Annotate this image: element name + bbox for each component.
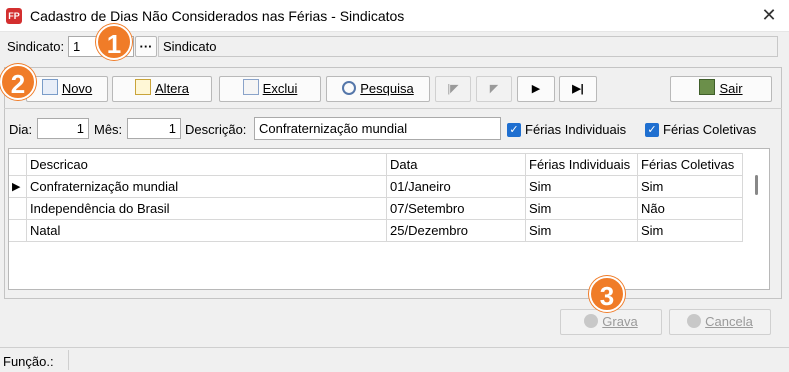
- search-icon: [342, 81, 357, 95]
- callout-badge-3: 3: [589, 276, 625, 312]
- ferias-individuais-checkbox[interactable]: ✓: [507, 123, 521, 137]
- cell-ferias-coletivas: Sim: [637, 175, 743, 198]
- exclui-label: Exclui: [262, 81, 298, 96]
- cell-ferias-individuais: Sim: [525, 197, 638, 220]
- status-divider: [68, 350, 69, 370]
- cancela-button[interactable]: Cancela: [669, 309, 771, 335]
- cell-data: 01/Janeiro: [386, 175, 526, 198]
- cell-data: 25/Dezembro: [386, 219, 526, 242]
- edit-icon: [135, 79, 152, 95]
- close-icon[interactable]: ✕: [758, 4, 780, 26]
- grid-header-row: Descricao Data Férias Individuais Férias…: [9, 153, 743, 176]
- grava-button[interactable]: Grava: [560, 309, 662, 335]
- dia-label: Dia:: [9, 122, 33, 137]
- novo-button[interactable]: Novo: [26, 76, 108, 102]
- last-record-button[interactable]: ▶|: [559, 76, 597, 102]
- funcao-label: Função.:: [3, 354, 54, 369]
- delete-doc-icon: [242, 79, 259, 95]
- cancel-circle-icon: [687, 314, 702, 328]
- sair-button[interactable]: Sair: [670, 76, 772, 102]
- table-row[interactable]: ▶ Confraternização mundial 01/Janeiro Si…: [9, 175, 743, 198]
- mes-input[interactable]: 1: [127, 118, 181, 139]
- row-indicator: [9, 197, 27, 220]
- prev-record-button[interactable]: ◤: [476, 76, 512, 102]
- column-header[interactable]: Férias Individuais: [525, 153, 638, 176]
- current-row-marker: ▶: [9, 175, 27, 198]
- cell-ferias-coletivas: Sim: [637, 219, 743, 242]
- row-indicator: [9, 219, 27, 242]
- descricao-input[interactable]: Confraternização mundial: [254, 117, 501, 140]
- column-header[interactable]: Data: [386, 153, 526, 176]
- sair-label: Sair: [719, 81, 743, 96]
- ferias-coletivas-label: Férias Coletivas: [663, 122, 757, 137]
- pesquisa-label: Pesquisa: [360, 81, 414, 96]
- sindicato-lookup-button[interactable]: ···: [135, 36, 157, 57]
- cell-data: 07/Setembro: [386, 197, 526, 220]
- check-circle-icon: [584, 314, 599, 328]
- cell-ferias-individuais: Sim: [525, 219, 638, 242]
- sindicato-name-field: Sindicato: [158, 36, 778, 57]
- column-header[interactable]: Férias Coletivas: [637, 153, 743, 176]
- cancela-label: Cancela: [705, 314, 753, 329]
- callout-badge-1: 1: [96, 24, 132, 60]
- sindicato-label: Sindicato:: [7, 39, 65, 54]
- mes-label: Mês:: [94, 122, 123, 137]
- table-row[interactable]: Natal 25/Dezembro Sim Sim: [9, 219, 743, 242]
- ferias-individuais-label: Férias Individuais: [525, 122, 627, 137]
- new-doc-icon: [41, 79, 58, 95]
- cell-ferias-individuais: Sim: [525, 175, 638, 198]
- row-indicator-header: [9, 153, 27, 176]
- pesquisa-button[interactable]: Pesquisa: [326, 76, 430, 102]
- descricao-label: Descrição:: [185, 122, 247, 137]
- novo-label: Novo: [61, 81, 93, 96]
- grava-label: Grava: [602, 314, 638, 329]
- callout-badge-2: 2: [0, 64, 36, 100]
- next-record-button[interactable]: ▶: [517, 76, 555, 102]
- exclui-button[interactable]: Exclui: [219, 76, 321, 102]
- column-header[interactable]: Descricao: [26, 153, 387, 176]
- window-title: Cadastro de Dias Não Considerados nas Fé…: [30, 8, 405, 24]
- table-row[interactable]: Independência do Brasil 07/Setembro Sim …: [9, 197, 743, 220]
- cell-descricao: Independência do Brasil: [26, 197, 387, 220]
- first-record-button[interactable]: |◤: [435, 76, 471, 102]
- cell-descricao: Natal: [26, 219, 387, 242]
- dia-input[interactable]: 1: [37, 118, 89, 139]
- days-grid[interactable]: Descricao Data Férias Individuais Férias…: [8, 148, 770, 290]
- exit-door-icon: [699, 79, 716, 95]
- app-icon: FP: [6, 8, 22, 24]
- toolbar-separator: [4, 108, 782, 109]
- ferias-coletivas-checkbox[interactable]: ✓: [645, 123, 659, 137]
- grid-scrollbar-thumb[interactable]: [755, 175, 758, 195]
- status-bar: Função.:: [0, 347, 789, 372]
- cell-ferias-coletivas: Não: [637, 197, 743, 220]
- altera-button[interactable]: Altera: [112, 76, 212, 102]
- altera-label: Altera: [155, 81, 189, 96]
- cell-descricao: Confraternização mundial: [26, 175, 387, 198]
